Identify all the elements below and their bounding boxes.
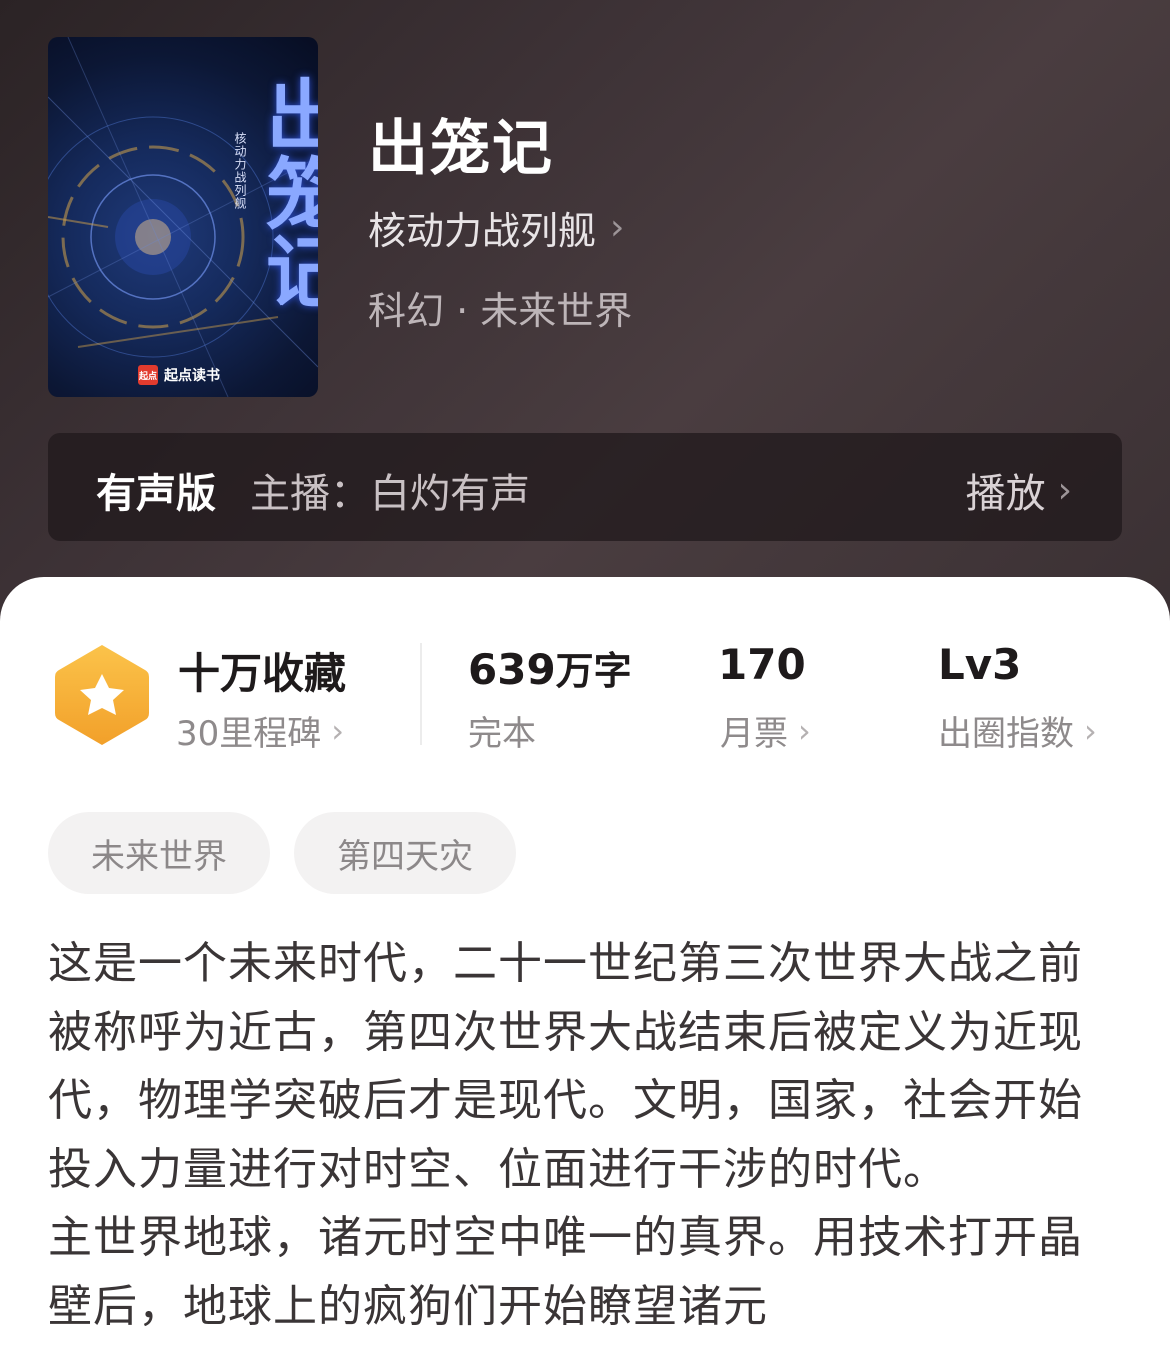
play-button[interactable]: 播放 › [966,461,1072,519]
chevron-right-icon: › [331,711,345,750]
milestone-link[interactable]: 30里程碑 › [176,706,344,755]
brand-name: 起点读书 [164,368,220,384]
book-cover[interactable]: 出笼记 核动力战列舰 起点 起点读书 [48,37,318,397]
star-hexagon-icon [55,645,149,745]
author-link[interactable]: 核动力战列舰 › [368,200,624,255]
book-genre: 科幻 · 未来世界 [368,289,633,333]
cover-brand: 起点 起点读书 [138,365,220,385]
stat-popularity-label: 出圈指数 [938,714,1074,754]
popularity-index-link[interactable]: 出圈指数 › [938,706,1097,755]
stat-monthly-ticket-label: 月票 [720,714,788,754]
audio-host: 主播：白灼有声 [250,471,530,517]
brand-logo-icon: 起点 [138,365,158,385]
play-label: 播放 [965,471,1046,517]
chevron-right-icon: › [1057,469,1072,511]
synopsis-paragraph: 主世界地球，诸元时空中唯一的真界。用技术打开晶壁后，地球上的疯狗们开始瞭望诸元 [48,1212,1083,1332]
stat-divider [420,643,422,745]
stat-favorites-label: 30里程碑 [176,714,322,754]
stat-favorites-value: 十万收藏 [178,649,347,698]
synopsis-paragraph: 这是一个未来时代，二十一世纪第三次世界大战之前被称呼为近古，第四次世界大战结束后… [48,938,1083,1195]
word-count-number: 639 [468,645,556,694]
stat-monthly-ticket-value: 170 [718,640,806,689]
chevron-right-icon: › [610,207,625,248]
tag-chip[interactable]: 未来世界 [48,812,270,894]
tag-chip[interactable]: 第四天灾 [294,812,516,894]
author-name: 核动力战列舰 [368,209,597,253]
word-count-unit: 万字 [555,649,632,693]
book-header: 出笼记 核动力战列舰 起点 起点读书 出笼记 核动力战列舰 › 科幻 · 未来世… [0,0,1170,640]
stat-wordcount-value: 639万字 [468,640,632,695]
stat-popularity-value: Lv3 [938,640,1022,689]
book-status: 完本 [468,714,536,754]
chevron-right-icon: › [798,711,811,750]
audio-version-bar[interactable]: 有声版 主播：白灼有声 播放 › [48,433,1122,541]
chevron-right-icon: › [1084,711,1097,750]
stat-status-label: 完本 [468,706,536,755]
cover-subtitle: 核动力战列舰 [233,132,247,210]
audio-label: 有声版 [96,471,216,517]
monthly-ticket-link[interactable]: 月票 › [720,706,811,755]
book-title: 出笼记 [368,114,554,184]
book-synopsis[interactable]: 这是一个未来时代，二十一世纪第三次世界大战之前被称呼为近古，第四次世界大战结束后… [48,930,1126,1341]
